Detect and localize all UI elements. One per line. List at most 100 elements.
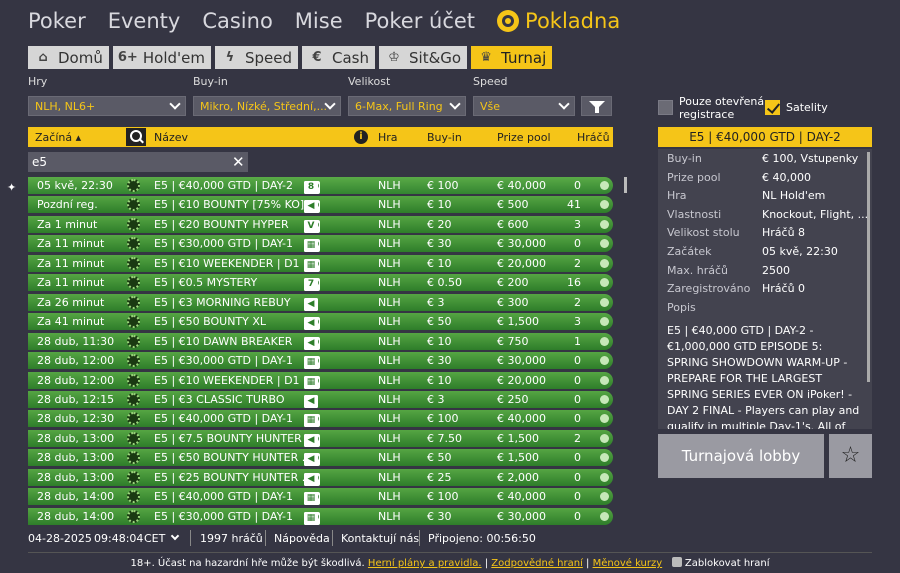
col-buyin[interactable]: Buy-in xyxy=(427,131,462,144)
row-game: NLH xyxy=(378,334,401,348)
search-icon[interactable] xyxy=(126,128,146,146)
guarantee-icon xyxy=(127,451,140,465)
row-end-dot xyxy=(600,492,609,502)
tab-sitgo[interactable]: ♔ Sit&Go xyxy=(379,46,468,69)
row-game: NLH xyxy=(378,315,401,329)
help-link[interactable]: Nápověda xyxy=(274,532,330,545)
col-prize[interactable]: Prize pool xyxy=(497,131,551,144)
row-game: NLH xyxy=(378,179,401,192)
nav-poker[interactable]: Poker xyxy=(28,9,86,33)
connection-status: Připojeno: 00:56:50 xyxy=(428,532,536,545)
tab-turnaj[interactable]: ♛ Turnaj xyxy=(471,46,553,69)
col-players[interactable]: Hráčů xyxy=(577,131,610,144)
info-icon[interactable]: i xyxy=(354,130,368,144)
filter-speed-select[interactable]: Vše xyxy=(473,96,575,116)
row-game: NLH xyxy=(378,470,401,484)
guarantee-icon xyxy=(127,431,140,445)
table-row[interactable]: 28 dub, 12:00E5 | €10 WEEKENDER | D1↺KOF… xyxy=(28,371,613,389)
row-buyin: € 10 xyxy=(427,334,452,348)
table-row[interactable]: 28 dub, 13:00E5 | €50 BOUNTY HUNTER ...↺… xyxy=(28,449,613,467)
row-name: E5 | €7.5 BOUNTY HUNTER ... xyxy=(154,431,316,445)
filter-hry-select[interactable]: NLH, NL6+ xyxy=(28,96,186,116)
close-icon[interactable]: ✕ xyxy=(232,152,246,172)
row-badge: 8 xyxy=(304,181,318,194)
chip-icon xyxy=(497,10,520,32)
row-buyin: € 30 xyxy=(427,237,452,251)
tournament-lobby-button[interactable]: Turnajová lobby xyxy=(658,434,824,478)
row-prize: € 300 xyxy=(497,295,529,309)
table-row[interactable]: Pozdní reg.E5 | €10 BOUNTY [75% KO]↺KO8◀… xyxy=(28,196,613,214)
guarantee-icon xyxy=(127,392,140,406)
contact-link[interactable]: Kontaktují nás xyxy=(341,532,419,545)
nav-mise[interactable]: Mise xyxy=(295,9,343,33)
tab-speed-label: Speed xyxy=(244,48,292,67)
trophy-icon: ♔ xyxy=(388,50,400,65)
row-badge: ▦ xyxy=(304,492,318,506)
table-row[interactable]: Za 11 minutE5 | €30,000 GTD | DAY-1↺KOFT… xyxy=(28,235,613,253)
guarantee-icon xyxy=(127,315,140,329)
row-buyin: € 10 xyxy=(427,373,452,387)
row-name: E5 | €50 BOUNTY HUNTER ... xyxy=(154,451,313,465)
open-reg-checkbox[interactable] xyxy=(658,100,673,115)
pin-icon[interactable]: ✦ xyxy=(7,181,19,194)
row-game: NLH xyxy=(378,509,401,523)
details-scrollbar[interactable] xyxy=(867,152,870,382)
tab-sitgo-label: Sit&Go xyxy=(409,48,462,67)
currency-rates-link[interactable]: Měnové kurzy xyxy=(593,558,663,569)
row-prize: € 750 xyxy=(497,334,529,348)
col-start[interactable]: Začíná ▴ xyxy=(35,131,81,144)
filter-funnel-button[interactable] xyxy=(581,96,612,116)
table-row[interactable]: 28 dub, 13:00E5 | €25 BOUNTY HUNTER ...↺… xyxy=(28,468,613,486)
nav-pokladna[interactable]: Pokladna xyxy=(497,9,620,33)
table-row[interactable]: Za 11 minutE5 | €0.5 MYSTERY▣↺KO7NLH€ 0.… xyxy=(28,274,613,292)
list-scrollbar[interactable] xyxy=(624,177,627,193)
table-row[interactable]: Za 26 minutE5 | €3 MORNING REBUY↺7◀NLH€ … xyxy=(28,293,613,311)
detail-field: Buy-in € 100, Vstupenky xyxy=(667,152,858,165)
detail-value: Hráčů 8 xyxy=(762,226,806,240)
game-rules-link[interactable]: Herní plány a pravidla. xyxy=(368,558,482,569)
row-start: Za 11 minut xyxy=(37,276,105,290)
nav-poker-account[interactable]: Poker účet xyxy=(365,9,475,33)
table-row[interactable]: 28 dub, 14:00E5 | €40,000 GTD | DAY-1↺KO… xyxy=(28,488,613,506)
table-row[interactable]: 28 dub, 14:00E5 | €30,000 GTD | DAY-1↺KO… xyxy=(28,507,613,525)
row-badge: ◀ xyxy=(304,472,318,486)
tab-holdem[interactable]: 6+ Hold'em xyxy=(112,46,211,69)
table-row[interactable]: 28 dub, 12:15E5 | €3 CLASSIC TURBO↺7T◀NL… xyxy=(28,390,613,408)
table-row[interactable]: 28 dub, 13:00 E5 | €7.5 BOUNTY HUNTER ...… xyxy=(28,429,613,447)
search-input[interactable]: e5 xyxy=(28,152,248,172)
nav-eventy[interactable]: Eventy xyxy=(108,9,181,33)
row-badge: ◀ xyxy=(304,297,318,311)
filter-buyin-select[interactable]: Mikro, Nízké, Střední,... xyxy=(193,96,341,116)
detail-key: Zaregistrováno xyxy=(667,282,751,296)
row-badge: ▦ xyxy=(304,258,318,272)
table-row[interactable]: 28 dub, 12:00E5 | €30,000 GTD | DAY-1↺KO… xyxy=(28,352,613,370)
favorite-star-icon[interactable]: ☆ xyxy=(829,434,872,478)
filter-velikost-select[interactable]: 6-Max, Full Ring xyxy=(348,96,466,116)
table-row[interactable]: Za 41 minutE5 | €50 BOUNTY XL↺KO8◀NLH€ 5… xyxy=(28,313,613,331)
table-row[interactable]: 28 dub, 12:30E5 | €40,000 GTD | DAY-1↺KO… xyxy=(28,410,613,428)
row-start: 28 dub, 13:00 xyxy=(37,431,115,445)
status-date: 04-28-2025 xyxy=(28,532,92,545)
table-row[interactable]: Za 1 minutE5 | €20 BOUNTY HYPER↺KO6VNLH€… xyxy=(28,215,613,233)
row-players: 0 xyxy=(574,412,581,426)
table-row[interactable]: 28 dub, 11:30E5 | €10 DAWN BREAKER↺KO8◀N… xyxy=(28,332,613,350)
table-row[interactable]: Za 11 minutE5 | €10 WEEKENDER | D1↺KOFT▦… xyxy=(28,254,613,272)
row-buyin: € 30 xyxy=(427,354,452,368)
tab-cash[interactable]: € Cash xyxy=(302,46,375,69)
col-game[interactable]: Hra xyxy=(378,131,398,144)
nav-casino[interactable]: Casino xyxy=(202,9,272,33)
top-nav: Poker Eventy Casino Mise Poker účet Pokl… xyxy=(28,6,642,36)
row-prize: € 30,000 xyxy=(497,354,546,368)
tab-speed[interactable]: ϟ Speed xyxy=(214,46,298,69)
responsible-gaming-link[interactable]: Zodpovědné hraní xyxy=(491,558,583,569)
table-row[interactable]: 05 kvě, 22:30E5 | €40,000 GTD | DAY-2KOF… xyxy=(28,177,613,194)
chevron-down-icon[interactable] xyxy=(170,531,180,541)
row-buyin: € 20 xyxy=(427,217,452,231)
tab-home[interactable]: ⌂ Domů xyxy=(28,46,109,69)
block-gaming-link[interactable]: Zablokovat hraní xyxy=(685,558,770,569)
chevron-down-icon xyxy=(449,98,461,110)
col-name[interactable]: Název xyxy=(154,131,188,144)
row-start: 28 dub, 12:00 xyxy=(37,354,115,368)
satellites-checkbox[interactable] xyxy=(765,100,780,115)
guarantee-icon xyxy=(127,470,140,484)
